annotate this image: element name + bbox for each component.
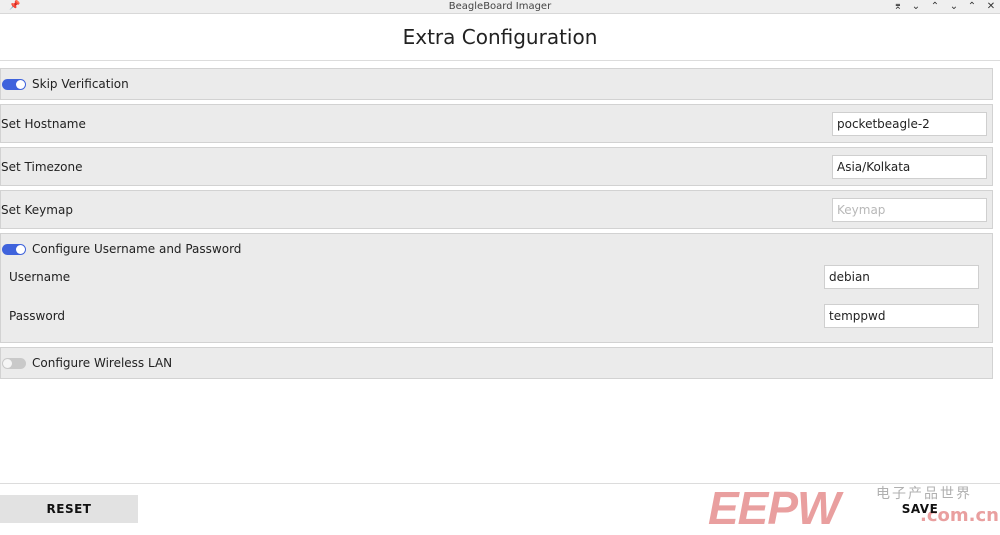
hostname-row: Set Hostname: [0, 104, 993, 143]
save-button[interactable]: SAVE: [870, 495, 970, 523]
divider: [0, 483, 1000, 484]
toggle-knob: [16, 245, 25, 254]
wireless-row: Configure Wireless LAN: [0, 347, 993, 379]
user-config-label: Configure Username and Password: [32, 242, 242, 256]
close-icon[interactable]: ✕: [983, 0, 999, 13]
keymap-input[interactable]: [832, 198, 987, 222]
watermark-brand: EEPW: [708, 482, 840, 534]
user-config-toggle[interactable]: [2, 244, 26, 255]
keep-above-icon[interactable]: ⌄: [908, 0, 924, 13]
password-input[interactable]: [824, 304, 979, 328]
wireless-toggle[interactable]: [2, 358, 26, 369]
keymap-label: Set Keymap: [1, 203, 73, 217]
maximize-icon[interactable]: ⌃: [964, 0, 980, 13]
skip-verification-toggle[interactable]: [2, 79, 26, 90]
hostname-label: Set Hostname: [1, 117, 86, 131]
timezone-input[interactable]: [832, 155, 987, 179]
divider: [0, 60, 1000, 61]
password-label: Password: [9, 309, 66, 323]
skip-verification-label: Skip Verification: [32, 77, 129, 91]
toggle-knob: [3, 359, 12, 368]
skip-verification-row: Skip Verification: [0, 68, 993, 100]
shade-icon[interactable]: ⌃: [927, 0, 943, 13]
timezone-row: Set Timezone: [0, 147, 993, 186]
keep-below-icon[interactable]: ⌆: [890, 0, 906, 13]
window-title: BeagleBoard Imager: [448, 1, 552, 12]
username-input[interactable]: [824, 265, 979, 289]
toggle-knob: [16, 80, 25, 89]
user-config-panel: Configure Username and Password Username…: [0, 233, 993, 343]
hostname-input[interactable]: [832, 112, 987, 136]
page-title: Extra Configuration: [402, 25, 598, 49]
timezone-label: Set Timezone: [1, 160, 83, 174]
wireless-label: Configure Wireless LAN: [32, 356, 173, 370]
minimize-icon[interactable]: ⌄: [946, 0, 962, 13]
keymap-row: Set Keymap: [0, 190, 993, 229]
reset-button[interactable]: RESET: [0, 495, 138, 523]
username-label: Username: [9, 270, 71, 284]
window-titlebar: 📌 BeagleBoard Imager ⌆ ⌄ ⌃ ⌄ ⌃ ✕: [0, 0, 1000, 14]
